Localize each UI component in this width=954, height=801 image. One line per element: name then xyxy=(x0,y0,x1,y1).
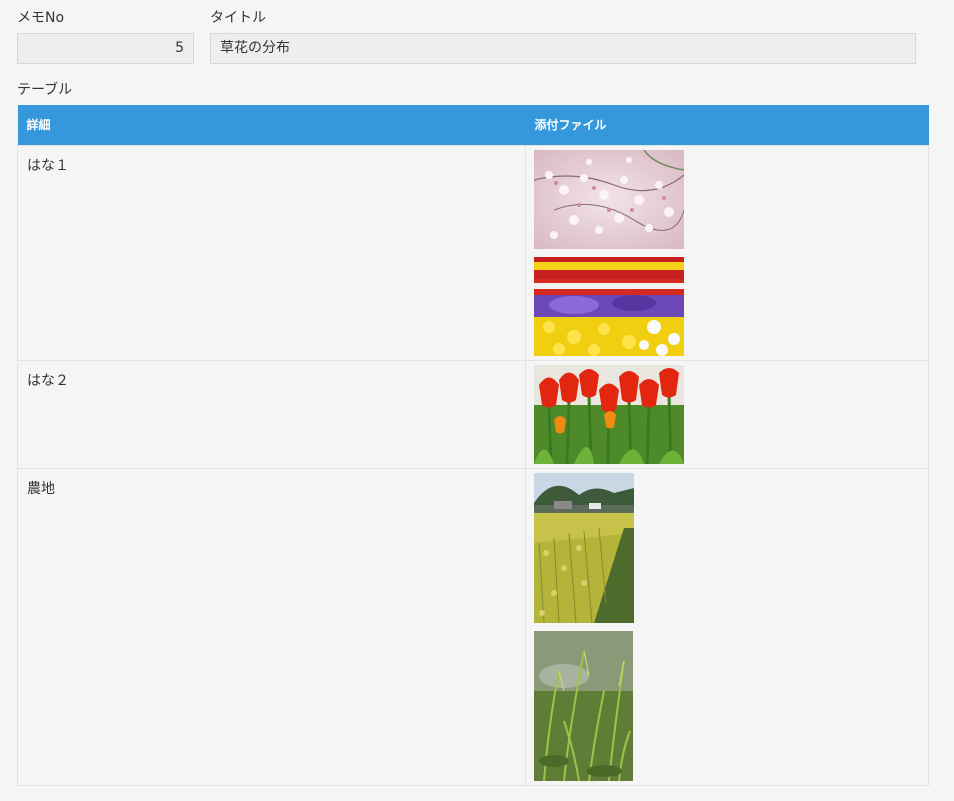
table-row: 農地 xyxy=(17,467,929,786)
attachment-cell xyxy=(525,359,929,469)
detail-cell: はな１ xyxy=(17,144,526,361)
table-row: はな２ xyxy=(17,359,929,469)
memo-no-field: 5 xyxy=(17,33,194,64)
title-label: タイトル xyxy=(210,10,266,26)
tulips-photo-icon[interactable] xyxy=(534,364,684,464)
table-row: はな１ xyxy=(17,144,929,361)
title-field: 草花の分布 xyxy=(210,33,916,64)
column-header-detail: 詳細 xyxy=(17,105,526,145)
rice-field-photo-icon[interactable] xyxy=(534,472,634,623)
column-header-attachment: 添付ファイル xyxy=(525,105,929,145)
table-label: テーブル xyxy=(17,82,73,98)
detail-cell: はな２ xyxy=(17,359,526,469)
cherry-blossom-photo-icon[interactable] xyxy=(534,149,684,249)
subtable: 詳細 添付ファイル はな１ はな２ 農地 xyxy=(17,105,929,786)
memo-no-label: メモNo xyxy=(17,10,65,26)
flower-bed-photo-icon[interactable] xyxy=(534,256,684,356)
attachment-cell xyxy=(525,467,929,786)
attachment-cell xyxy=(525,144,929,361)
grass-photo-icon[interactable] xyxy=(534,630,633,781)
detail-cell: 農地 xyxy=(17,467,526,786)
table-header-row: 詳細 添付ファイル xyxy=(17,105,929,145)
